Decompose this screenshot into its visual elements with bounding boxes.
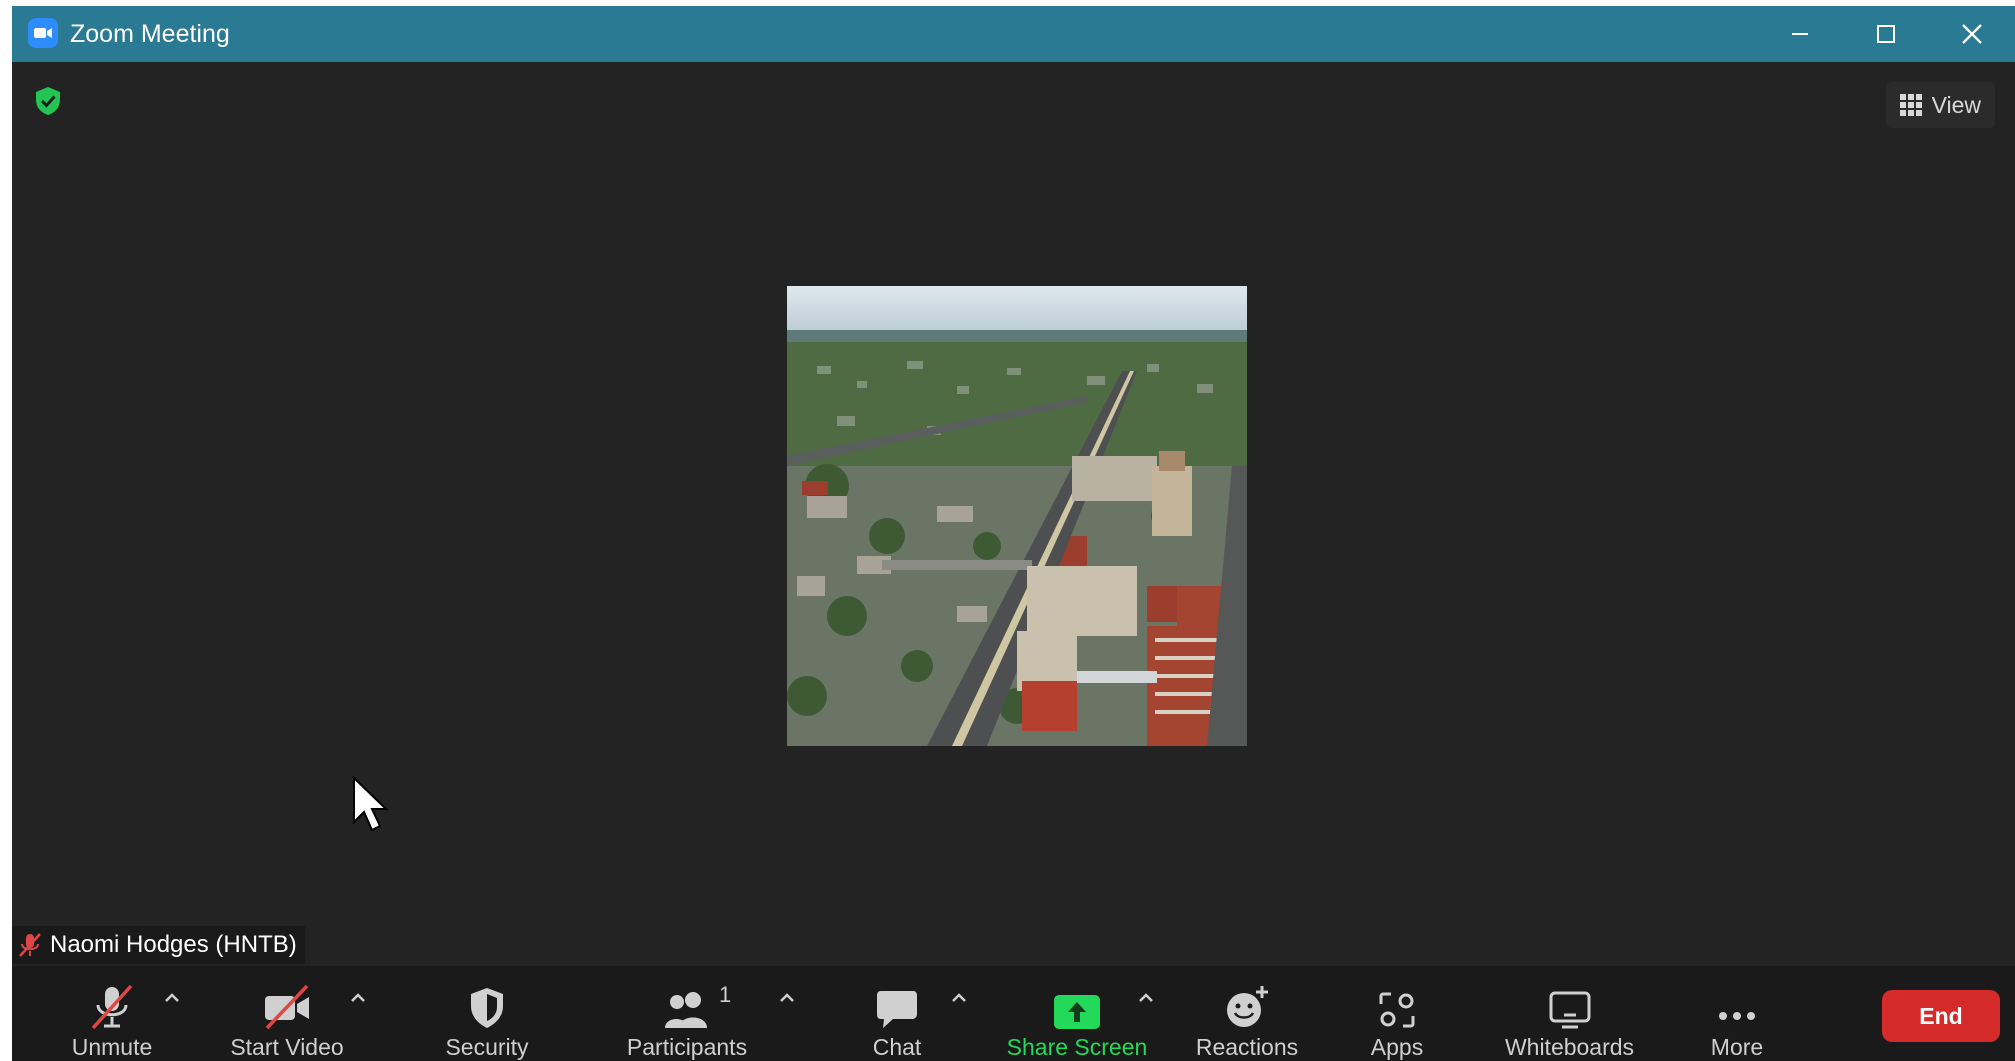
apps-label: Apps xyxy=(1370,1034,1424,1060)
participant-name-tag: Naomi Hodges (HNTB) xyxy=(12,926,305,964)
reactions-button[interactable]: Reactions xyxy=(1182,966,1312,1061)
close-icon xyxy=(1962,24,1982,44)
whiteboard-icon xyxy=(1549,991,1590,1029)
maximize-icon xyxy=(1877,25,1895,43)
chevron-up-icon xyxy=(351,993,365,1002)
end-meeting-button[interactable]: End xyxy=(1882,990,2000,1042)
emoji-plus-icon xyxy=(1227,986,1268,1027)
chat-button[interactable]: Chat xyxy=(852,966,942,1061)
chevron-up-icon xyxy=(165,993,179,1002)
start-video-label: Start Video xyxy=(230,1034,344,1060)
title-bar: Zoom Meeting xyxy=(12,6,2015,62)
minimize-icon xyxy=(1792,33,1808,35)
zoom-logo-icon xyxy=(28,18,58,48)
microphone-off-icon xyxy=(91,984,133,1030)
chat-options-caret[interactable] xyxy=(947,988,971,1008)
apps-icon xyxy=(1379,992,1415,1028)
participant-profile-picture xyxy=(787,286,1247,746)
chevron-up-icon xyxy=(952,993,966,1002)
window-controls xyxy=(1757,6,2015,62)
more-label: More xyxy=(1710,1034,1764,1060)
more-button[interactable]: More xyxy=(1692,966,1782,1061)
start-video-button[interactable]: Start Video xyxy=(217,966,357,1061)
share-arrow-up-icon xyxy=(1054,995,1100,1029)
unmute-button[interactable]: Unmute xyxy=(52,966,172,1061)
chevron-up-icon xyxy=(780,993,794,1002)
shield-check-icon[interactable] xyxy=(34,86,62,116)
maximize-button[interactable] xyxy=(1843,6,1929,62)
close-button[interactable] xyxy=(1929,6,2015,62)
grid-icon xyxy=(1899,94,1922,116)
meeting-toolbar: Unmute Start Video Security 1 Participan… xyxy=(12,966,2015,1061)
share-screen-label: Share Screen xyxy=(1006,1034,1148,1060)
video-options-caret[interactable] xyxy=(346,988,370,1008)
chat-bubble-icon xyxy=(877,991,917,1028)
reactions-label: Reactions xyxy=(1195,1034,1299,1060)
participants-count: 1 xyxy=(719,982,732,1007)
video-off-icon xyxy=(265,984,309,1030)
whiteboards-label: Whiteboards xyxy=(1504,1034,1635,1060)
apps-button[interactable]: Apps xyxy=(1352,966,1442,1061)
shield-icon xyxy=(471,988,503,1028)
whiteboards-button[interactable]: Whiteboards xyxy=(1492,966,1647,1061)
microphone-muted-icon xyxy=(19,933,41,957)
participant-name: Naomi Hodges (HNTB) xyxy=(50,931,297,958)
participants-button[interactable]: 1 Participants xyxy=(612,966,762,1061)
participants-label: Participants xyxy=(626,1034,748,1060)
zoom-window: Zoom Meeting View Naomi Hodges (HNTB) Un… xyxy=(12,6,2015,1061)
chevron-up-icon xyxy=(1139,993,1153,1002)
security-label: Security xyxy=(445,1034,529,1060)
share-options-caret[interactable] xyxy=(1134,988,1158,1008)
window-title: Zoom Meeting xyxy=(70,20,230,48)
people-icon xyxy=(665,992,707,1028)
mouse-cursor-icon xyxy=(352,775,392,836)
view-label: View xyxy=(1931,91,1981,118)
view-button[interactable]: View xyxy=(1885,82,1995,128)
audio-options-caret[interactable] xyxy=(160,988,184,1008)
participants-options-caret[interactable] xyxy=(775,988,799,1008)
share-screen-button[interactable]: Share Screen xyxy=(997,966,1157,1061)
more-dots-icon xyxy=(1719,1012,1755,1020)
minimize-button[interactable] xyxy=(1757,6,1843,62)
security-button[interactable]: Security xyxy=(432,966,542,1061)
unmute-label: Unmute xyxy=(71,1034,153,1060)
chat-label: Chat xyxy=(872,1034,922,1060)
